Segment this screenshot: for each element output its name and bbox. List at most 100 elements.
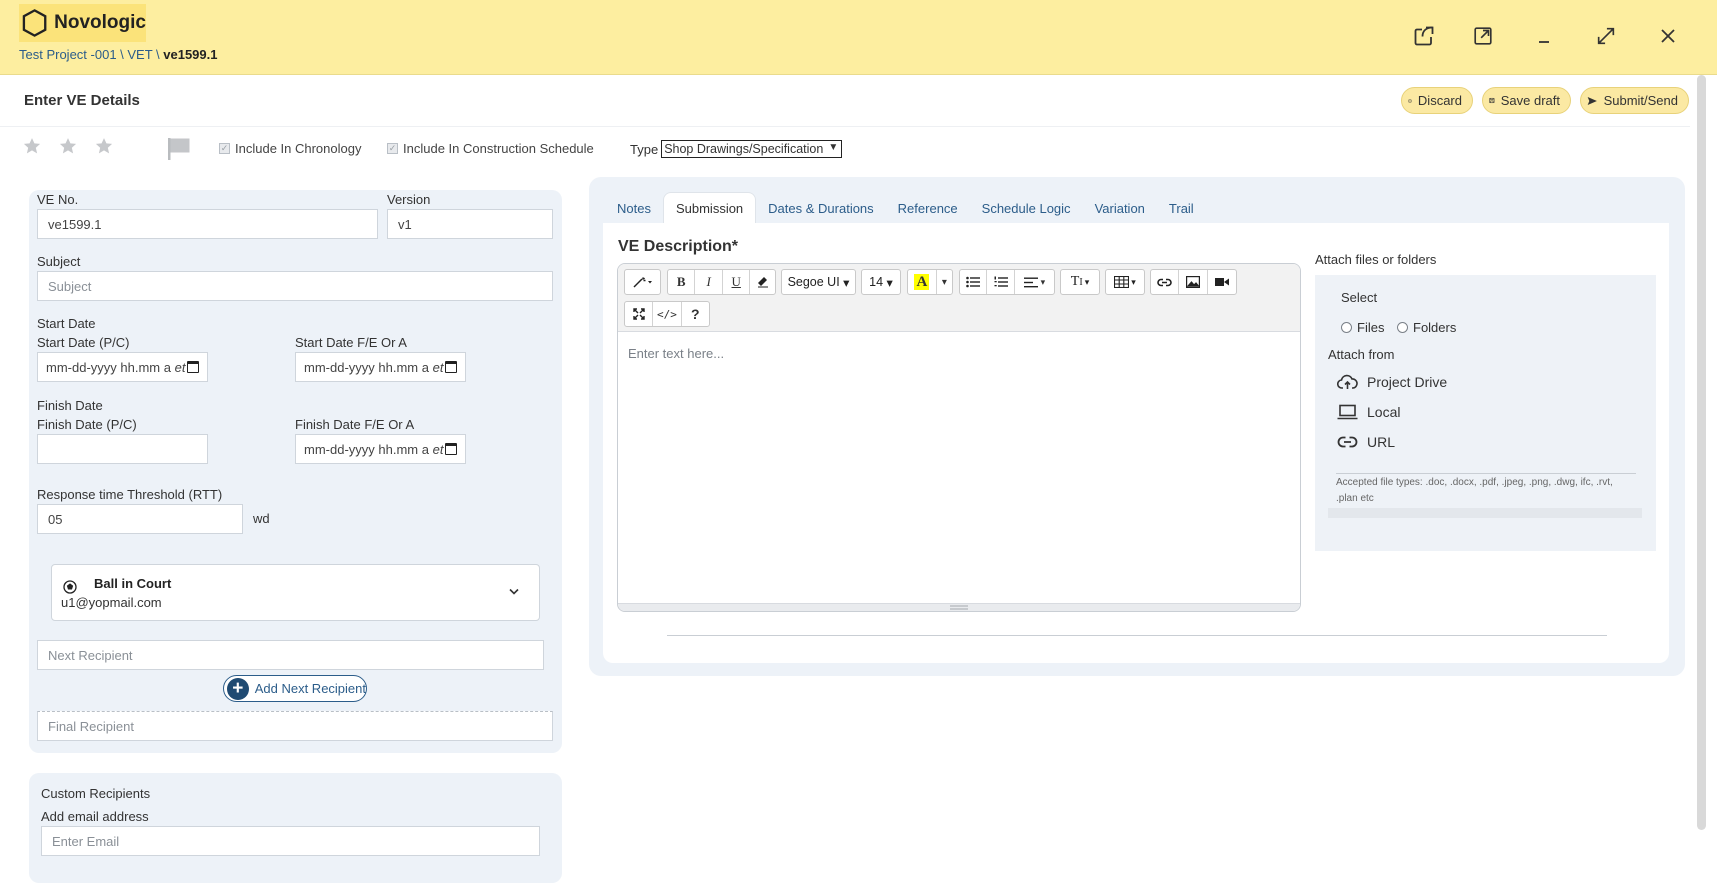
underline-button[interactable]: U	[723, 270, 751, 294]
calendar-icon[interactable]	[445, 361, 457, 373]
fullscreen-button[interactable]	[625, 302, 654, 326]
include-construction-checkbox[interactable]: ✓ Include In Construction Schedule	[387, 141, 594, 156]
font-size-dropdown[interactable]: 14 ▾	[861, 269, 901, 295]
radio-circle[interactable]	[1341, 322, 1352, 333]
date-placeholder: mm-dd-yyyy hh.mm a	[304, 441, 429, 457]
star-icon[interactable]	[94, 136, 114, 156]
chevron-down-icon[interactable]	[508, 588, 520, 596]
finish-date-fe-input[interactable]: mm-dd-yyyy hh.mm a et	[295, 434, 466, 464]
editor-placeholder: Enter text here...	[628, 346, 725, 361]
progress-track	[1328, 508, 1642, 518]
add-next-recipient-button[interactable]: + Add Next Recipient	[223, 675, 367, 702]
submit-send-button[interactable]: Submit/Send	[1580, 87, 1689, 114]
rtt-input[interactable]: 05	[37, 504, 243, 534]
checkbox-box[interactable]: ✓	[387, 143, 398, 154]
editor-resize-handle[interactable]	[618, 603, 1300, 611]
tab-submission[interactable]: Submission	[662, 192, 757, 224]
start-date-pc-input[interactable]: mm-dd-yyyy hh.mm a et	[37, 352, 208, 382]
share-button[interactable]	[1408, 20, 1440, 52]
numbered-list-button[interactable]	[987, 270, 1015, 294]
bold-button[interactable]: B	[668, 270, 696, 294]
insert-link-button[interactable]	[1151, 270, 1180, 294]
source-url[interactable]: URL	[1337, 434, 1395, 450]
paragraph-group: ▾	[959, 269, 1055, 295]
source-local[interactable]: Local	[1337, 404, 1400, 420]
tab-reference[interactable]: Reference	[886, 192, 970, 224]
logo[interactable]: Novologic	[19, 4, 146, 42]
ve-no-input[interactable]: ve1599.1	[37, 209, 378, 239]
insert-video-button[interactable]	[1208, 270, 1236, 294]
maximize-icon	[1597, 27, 1615, 45]
minimize-icon	[1539, 41, 1549, 43]
text-size-button[interactable]: TI ▾	[1060, 269, 1100, 295]
breadcrumb-path[interactable]: Test Project -001 \ VET \	[19, 47, 163, 62]
font-family-dropdown[interactable]: Segoe UI ▾	[781, 269, 856, 295]
breadcrumb[interactable]: Test Project -001 \ VET \ ve1599.1	[19, 47, 218, 62]
align-dropdown-button[interactable]: ▾	[1015, 270, 1054, 294]
custom-recipients-label: Custom Recipients	[41, 786, 151, 801]
expand-icon	[632, 308, 645, 320]
eraser-icon	[757, 277, 768, 288]
bullet-list-button[interactable]	[960, 270, 988, 294]
star-icon[interactable]	[22, 136, 42, 156]
tab-trail[interactable]: Trail	[1157, 192, 1206, 224]
ball-in-court-card[interactable]: Ball in Court u1@yopmail.com	[51, 564, 540, 621]
italic-button[interactable]: I	[695, 270, 723, 294]
calendar-icon[interactable]	[445, 443, 457, 455]
discard-button[interactable]: Discard	[1401, 87, 1473, 114]
start-date-fe-input[interactable]: mm-dd-yyyy hh.mm a et	[295, 352, 466, 382]
finish-date-pc-input[interactable]	[37, 434, 208, 464]
date-suffix: et	[432, 359, 444, 375]
link-icon	[1337, 436, 1358, 448]
email-input[interactable]: Enter Email	[41, 826, 540, 856]
include-construction-label: Include In Construction Schedule	[403, 141, 594, 156]
tab-schedule-logic[interactable]: Schedule Logic	[970, 192, 1083, 224]
next-recipient-input[interactable]: Next Recipient	[37, 640, 544, 670]
magic-format-button[interactable]	[624, 269, 661, 295]
scrollbar[interactable]	[1697, 75, 1706, 830]
version-input[interactable]: v1	[387, 209, 553, 239]
calendar-icon[interactable]	[187, 361, 199, 373]
tab-notes[interactable]: Notes	[605, 192, 663, 224]
star-icon[interactable]	[58, 136, 78, 156]
folders-radio[interactable]: Folders	[1397, 320, 1456, 335]
submit-send-label: Submit/Send	[1603, 93, 1678, 108]
table-dropdown-button[interactable]: ▾	[1105, 269, 1145, 295]
close-button[interactable]	[1652, 20, 1684, 52]
final-recipient-input[interactable]: Final Recipient	[37, 711, 553, 741]
help-button[interactable]: ?	[682, 302, 709, 326]
save-draft-button[interactable]: Save draft	[1482, 87, 1571, 114]
finish-date-heading: Finish Date	[37, 398, 103, 413]
date-placeholder: mm-dd-yyyy hh.mm a	[46, 359, 171, 375]
maximize-button[interactable]	[1590, 20, 1622, 52]
minimize-button[interactable]	[1528, 20, 1560, 52]
checkbox-box[interactable]: ✓	[219, 143, 230, 154]
text-size-icon: TI	[1070, 274, 1083, 289]
date-suffix: et	[174, 359, 186, 375]
font-family-value: Segoe UI	[787, 275, 840, 289]
clear-format-button[interactable]	[750, 270, 775, 294]
laptop-icon	[1337, 404, 1358, 420]
include-chronology-checkbox[interactable]: ✓ Include In Chronology	[219, 141, 361, 156]
color-dropdown-button[interactable]: ▾	[937, 270, 952, 294]
code-view-button[interactable]: </>	[653, 302, 682, 326]
rich-text-editor[interactable]: B I U Segoe UI ▾ 14 ▾ A ▾ ▾ TI ▾ ▾ </> ? …	[617, 263, 1301, 612]
files-label: Files	[1357, 320, 1385, 335]
insert-image-button[interactable]	[1179, 270, 1208, 294]
close-icon	[1661, 29, 1675, 43]
subject-input[interactable]: Subject	[37, 271, 553, 301]
source-project-drive[interactable]: Project Drive	[1337, 374, 1447, 390]
tab-variation[interactable]: Variation	[1083, 192, 1157, 224]
radio-circle[interactable]	[1397, 322, 1408, 333]
send-icon	[1587, 96, 1597, 105]
flag-button[interactable]	[167, 137, 191, 164]
table-icon	[1114, 276, 1130, 288]
files-radio[interactable]: Files	[1341, 320, 1384, 335]
bullet-list-icon	[966, 276, 981, 288]
type-select[interactable]: Shop Drawings/Specification ▼	[661, 140, 843, 158]
tab-dates-durations[interactable]: Dates & Durations	[756, 192, 886, 224]
star-rating[interactable]	[22, 136, 114, 156]
highlight-color-button[interactable]: A	[908, 270, 937, 294]
open-external-button[interactable]	[1467, 20, 1499, 52]
grip-icon	[950, 605, 968, 610]
